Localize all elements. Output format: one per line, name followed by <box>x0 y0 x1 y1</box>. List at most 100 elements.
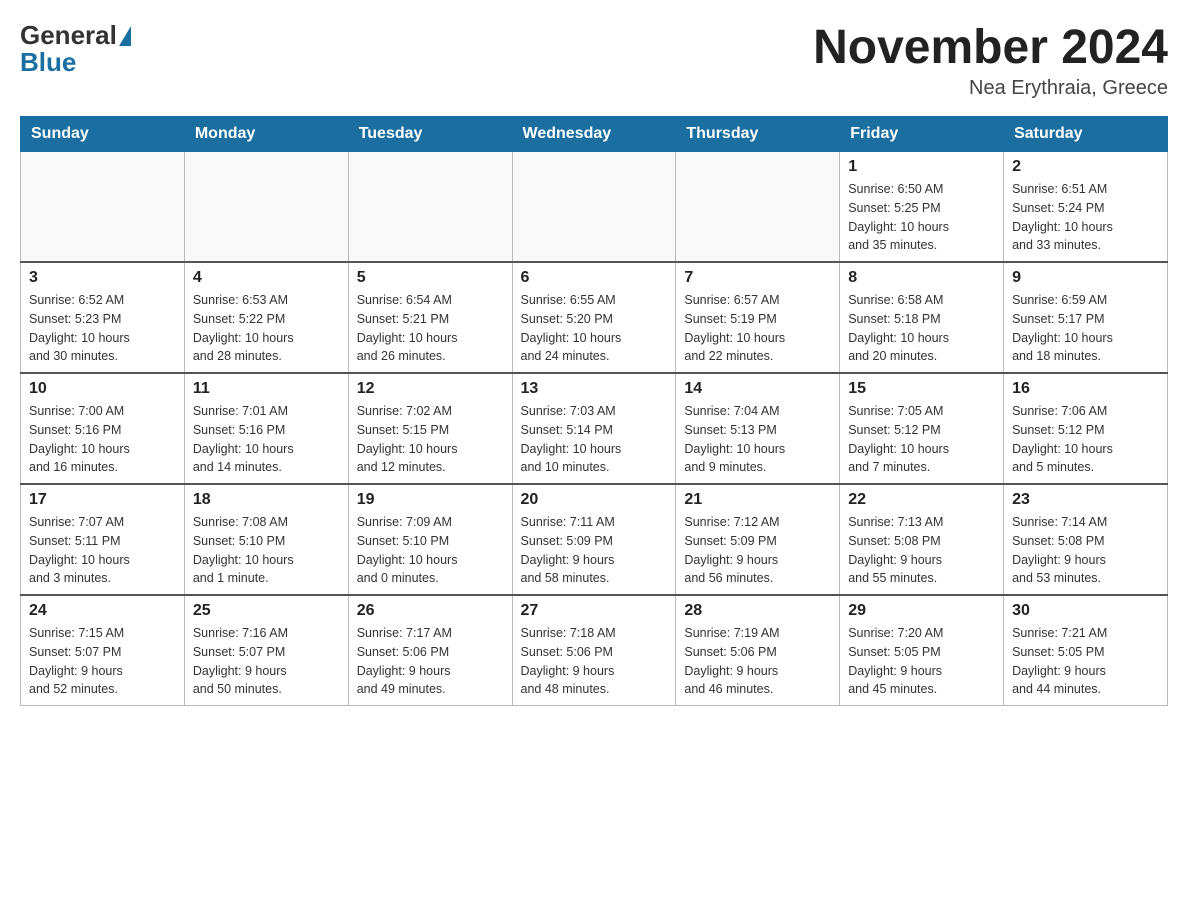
col-header-wednesday: Wednesday <box>512 117 676 152</box>
calendar-cell: 14 Sunrise: 7:04 AMSunset: 5:13 PMDayligh… <box>676 373 840 484</box>
col-header-monday: Monday <box>184 117 348 152</box>
calendar-cell: 25 Sunrise: 7:16 AMSunset: 5:07 PMDayligh… <box>184 595 348 706</box>
calendar-week-row: 17 Sunrise: 7:07 AMSunset: 5:11 PMDayligh… <box>21 484 1168 595</box>
day-info: Sunrise: 6:54 AMSunset: 5:21 PMDaylight:… <box>357 291 504 366</box>
calendar-cell: 17 Sunrise: 7:07 AMSunset: 5:11 PMDayligh… <box>21 484 185 595</box>
day-number: 17 <box>29 491 176 509</box>
day-info: Sunrise: 7:05 AMSunset: 5:12 PMDaylight:… <box>848 402 995 477</box>
day-number: 4 <box>193 269 340 287</box>
day-number: 28 <box>684 602 831 620</box>
day-info: Sunrise: 7:06 AMSunset: 5:12 PMDaylight:… <box>1012 402 1159 477</box>
calendar-cell <box>348 152 512 263</box>
day-info: Sunrise: 7:01 AMSunset: 5:16 PMDaylight:… <box>193 402 340 477</box>
calendar-cell: 2 Sunrise: 6:51 AMSunset: 5:24 PMDaylight… <box>1004 152 1168 263</box>
day-number: 16 <box>1012 380 1159 398</box>
col-header-saturday: Saturday <box>1004 117 1168 152</box>
day-info: Sunrise: 7:09 AMSunset: 5:10 PMDaylight:… <box>357 513 504 588</box>
day-number: 2 <box>1012 158 1159 176</box>
day-info: Sunrise: 7:12 AMSunset: 5:09 PMDaylight:… <box>684 513 831 588</box>
calendar-week-row: 3Sunrise: 6:52 AMSunset: 5:23 PMDaylight… <box>21 262 1168 373</box>
calendar-week-row: 10 Sunrise: 7:00 AMSunset: 5:16 PMDayligh… <box>21 373 1168 484</box>
calendar-cell: 29Sunrise: 7:20 AMSunset: 5:05 PMDayligh… <box>840 595 1004 706</box>
calendar-header-row: SundayMondayTuesdayWednesdayThursdayFrid… <box>21 117 1168 152</box>
day-number: 13 <box>521 380 668 398</box>
calendar-cell: 16 Sunrise: 7:06 AMSunset: 5:12 PMDayligh… <box>1004 373 1168 484</box>
logo-triangle-icon <box>119 26 131 46</box>
calendar-cell: 21 Sunrise: 7:12 AMSunset: 5:09 PMDayligh… <box>676 484 840 595</box>
calendar-cell: 12Sunrise: 7:02 AMSunset: 5:15 PMDayligh… <box>348 373 512 484</box>
day-number: 24 <box>29 602 176 620</box>
page-subtitle: Nea Erythraia, Greece <box>813 77 1168 100</box>
calendar-cell: 20 Sunrise: 7:11 AMSunset: 5:09 PMDayligh… <box>512 484 676 595</box>
day-info: Sunrise: 7:04 AMSunset: 5:13 PMDaylight:… <box>684 402 831 477</box>
calendar-cell: 4 Sunrise: 6:53 AMSunset: 5:22 PMDaylight… <box>184 262 348 373</box>
day-info: Sunrise: 7:13 AMSunset: 5:08 PMDaylight:… <box>848 513 995 588</box>
day-number: 25 <box>193 602 340 620</box>
calendar-cell: 15 Sunrise: 7:05 AMSunset: 5:12 PMDayligh… <box>840 373 1004 484</box>
day-number: 20 <box>521 491 668 509</box>
calendar-cell: 1Sunrise: 6:50 AMSunset: 5:25 PMDaylight… <box>840 152 1004 263</box>
day-info: Sunrise: 7:18 AMSunset: 5:06 PMDaylight:… <box>521 624 668 699</box>
calendar-cell <box>184 152 348 263</box>
calendar-cell: 8 Sunrise: 6:58 AMSunset: 5:18 PMDaylight… <box>840 262 1004 373</box>
calendar-cell: 19 Sunrise: 7:09 AMSunset: 5:10 PMDayligh… <box>348 484 512 595</box>
calendar-cell: 10 Sunrise: 7:00 AMSunset: 5:16 PMDayligh… <box>21 373 185 484</box>
day-info: Sunrise: 7:19 AMSunset: 5:06 PMDaylight:… <box>684 624 831 699</box>
calendar-cell: 23Sunrise: 7:14 AMSunset: 5:08 PMDayligh… <box>1004 484 1168 595</box>
day-number: 8 <box>848 269 995 287</box>
day-info: Sunrise: 7:02 AMSunset: 5:15 PMDaylight:… <box>357 402 504 477</box>
day-number: 11 <box>193 380 340 398</box>
day-info: Sunrise: 6:53 AMSunset: 5:22 PMDaylight:… <box>193 291 340 366</box>
calendar-cell: 28 Sunrise: 7:19 AMSunset: 5:06 PMDayligh… <box>676 595 840 706</box>
calendar-cell <box>21 152 185 263</box>
calendar-cell: 3Sunrise: 6:52 AMSunset: 5:23 PMDaylight… <box>21 262 185 373</box>
day-info: Sunrise: 7:07 AMSunset: 5:11 PMDaylight:… <box>29 513 176 588</box>
day-info: Sunrise: 6:57 AMSunset: 5:19 PMDaylight:… <box>684 291 831 366</box>
calendar-cell: 30Sunrise: 7:21 AMSunset: 5:05 PMDayligh… <box>1004 595 1168 706</box>
calendar-cell <box>676 152 840 263</box>
day-number: 15 <box>848 380 995 398</box>
calendar-cell: 24 Sunrise: 7:15 AMSunset: 5:07 PMDayligh… <box>21 595 185 706</box>
col-header-thursday: Thursday <box>676 117 840 152</box>
day-number: 26 <box>357 602 504 620</box>
day-number: 19 <box>357 491 504 509</box>
calendar-cell <box>512 152 676 263</box>
calendar-week-row: 24 Sunrise: 7:15 AMSunset: 5:07 PMDayligh… <box>21 595 1168 706</box>
day-info: Sunrise: 6:51 AMSunset: 5:24 PMDaylight:… <box>1012 180 1159 255</box>
col-header-tuesday: Tuesday <box>348 117 512 152</box>
day-info: Sunrise: 7:00 AMSunset: 5:16 PMDaylight:… <box>29 402 176 477</box>
day-info: Sunrise: 6:52 AMSunset: 5:23 PMDaylight:… <box>29 291 176 366</box>
day-number: 22 <box>848 491 995 509</box>
day-number: 23 <box>1012 491 1159 509</box>
page-header: General Blue November 2024 Nea Erythraia… <box>20 20 1168 100</box>
calendar-cell: 13 Sunrise: 7:03 AMSunset: 5:14 PMDayligh… <box>512 373 676 484</box>
day-number: 9 <box>1012 269 1159 287</box>
logo: General Blue <box>20 20 131 78</box>
calendar-cell: 22 Sunrise: 7:13 AMSunset: 5:08 PMDayligh… <box>840 484 1004 595</box>
day-info: Sunrise: 7:15 AMSunset: 5:07 PMDaylight:… <box>29 624 176 699</box>
calendar-table: SundayMondayTuesdayWednesdayThursdayFrid… <box>20 116 1168 706</box>
calendar-cell: 6Sunrise: 6:55 AMSunset: 5:20 PMDaylight… <box>512 262 676 373</box>
day-number: 10 <box>29 380 176 398</box>
title-area: November 2024 Nea Erythraia, Greece <box>813 20 1168 100</box>
day-number: 18 <box>193 491 340 509</box>
day-info: Sunrise: 6:58 AMSunset: 5:18 PMDaylight:… <box>848 291 995 366</box>
day-number: 5 <box>357 269 504 287</box>
day-info: Sunrise: 7:11 AMSunset: 5:09 PMDaylight:… <box>521 513 668 588</box>
day-number: 1 <box>848 158 995 176</box>
day-number: 7 <box>684 269 831 287</box>
calendar-cell: 5 Sunrise: 6:54 AMSunset: 5:21 PMDaylight… <box>348 262 512 373</box>
day-number: 21 <box>684 491 831 509</box>
col-header-sunday: Sunday <box>21 117 185 152</box>
page-title: November 2024 <box>813 20 1168 75</box>
day-info: Sunrise: 6:59 AMSunset: 5:17 PMDaylight:… <box>1012 291 1159 366</box>
calendar-cell: 9 Sunrise: 6:59 AMSunset: 5:17 PMDaylight… <box>1004 262 1168 373</box>
day-info: Sunrise: 7:20 AMSunset: 5:05 PMDaylight:… <box>848 624 995 699</box>
day-number: 27 <box>521 602 668 620</box>
day-info: Sunrise: 7:03 AMSunset: 5:14 PMDaylight:… <box>521 402 668 477</box>
calendar-cell: 27 Sunrise: 7:18 AMSunset: 5:06 PMDayligh… <box>512 595 676 706</box>
day-info: Sunrise: 6:55 AMSunset: 5:20 PMDaylight:… <box>521 291 668 366</box>
day-info: Sunrise: 7:16 AMSunset: 5:07 PMDaylight:… <box>193 624 340 699</box>
day-number: 14 <box>684 380 831 398</box>
day-info: Sunrise: 7:08 AMSunset: 5:10 PMDaylight:… <box>193 513 340 588</box>
